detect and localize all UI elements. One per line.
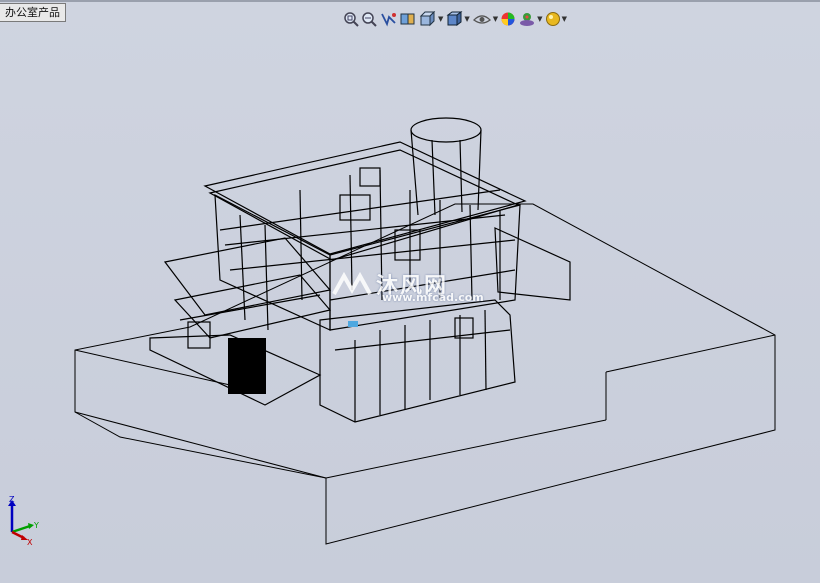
reference-triad: Z Y X <box>8 495 39 546</box>
triad-z-label: Z <box>9 495 15 504</box>
terrain-wireframe <box>74 203 776 545</box>
triad-y-label: Y <box>33 521 39 530</box>
selected-edge-highlight <box>348 321 358 327</box>
watermark: 沐风网 www.mfcad.com <box>330 268 500 308</box>
mfcad-logo-icon <box>332 271 372 295</box>
triad-y-axis <box>11 524 31 534</box>
garage-door <box>228 338 266 394</box>
triad-x-label: X <box>27 538 33 546</box>
watermark-url: www.mfcad.com <box>382 291 484 304</box>
